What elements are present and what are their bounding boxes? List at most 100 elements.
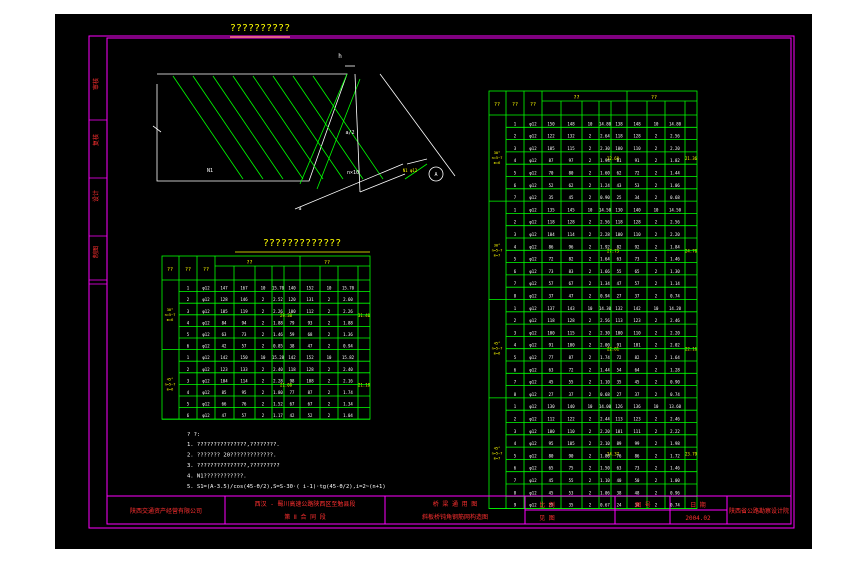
left-table-cell: 63: [222, 332, 227, 337]
right-table-cell: 1.44: [600, 367, 610, 372]
right-table-cell: 118: [547, 220, 555, 225]
right-table-cell: 72: [549, 257, 554, 262]
right-table-cell: φ12: [529, 380, 537, 385]
bar-label: N1: [207, 168, 213, 174]
right-table-cell: 111: [633, 429, 641, 434]
right-table-cell: φ12: [529, 220, 537, 225]
dim-text: a: [298, 206, 301, 212]
left-table-cell: 2: [187, 367, 190, 372]
right-table-cell: 2.22: [670, 429, 680, 434]
sheet-label: 图 号: [635, 502, 651, 509]
left-table-cell: 38: [290, 344, 295, 349]
right-table-cell: 14.50: [599, 207, 612, 212]
left-table-cell: 79: [290, 320, 295, 325]
right-table-cell: 2: [655, 220, 658, 225]
right-table-cell: 100: [547, 330, 555, 335]
left-table-cell: 128: [306, 367, 314, 372]
left-table-total: 21.18: [358, 382, 371, 387]
left-table-cell: 118: [288, 367, 296, 372]
right-table-cell: 2: [589, 478, 592, 483]
right-table-cell: 4: [514, 441, 517, 446]
right-table-cell: 80: [569, 171, 574, 176]
right-table-cell: 2: [589, 134, 592, 139]
right-table-cell: 8: [514, 294, 517, 299]
right-table-cell: 135: [547, 207, 555, 212]
left-table-cell: φ12: [202, 355, 210, 360]
right-table-cell: φ12: [529, 355, 537, 360]
right-table-cell: 57: [635, 281, 640, 286]
right-table-cell: 14.30: [599, 306, 612, 311]
right-table-cell: 72: [617, 355, 622, 360]
note-line: 5. S1=(A-3.5)/cos(45-θ/2),S=S-30·( i-1)·…: [187, 484, 386, 490]
left-table-cell: 4: [187, 390, 190, 395]
right-table-cell: 2: [589, 232, 592, 237]
right-table-cell: 1: [514, 306, 517, 311]
right-table-cell: 2: [589, 244, 592, 249]
side-label: 制图: [92, 246, 100, 258]
right-table-cell: 55: [569, 478, 574, 483]
note-line: 4. N1????????????.: [187, 474, 247, 480]
left-table-head: ??: [185, 267, 191, 273]
right-table-cell: 4: [514, 244, 517, 249]
left-table-cell: 67: [290, 402, 295, 407]
right-table-cell: 100: [615, 232, 623, 237]
right-table-total: 23.79: [685, 451, 698, 456]
left-table-cell: 1: [187, 286, 190, 291]
left-table-cell: φ12: [202, 402, 210, 407]
bar-note: N1 φ12: [403, 168, 418, 173]
right-table-cell: 6: [514, 269, 517, 274]
right-table-cell: 2: [589, 417, 592, 422]
right-table-cell: 75: [569, 466, 574, 471]
right-table-cell: 0.74: [670, 392, 680, 397]
right-table-cell: 2.00: [600, 343, 610, 348]
right-table-cell: φ12: [529, 294, 537, 299]
left-table-cell: 98: [290, 378, 295, 383]
right-table-cell: 52: [549, 183, 554, 188]
left-table-cell: 67: [308, 402, 313, 407]
right-table-cell: 118: [615, 134, 623, 139]
right-table-cell: 87: [569, 355, 574, 360]
right-table-cell: 96: [569, 244, 574, 249]
right-table-cell: 2: [655, 257, 658, 262]
right-table-cell: 2: [589, 257, 592, 262]
drawing-title: 斜板桥钝角钢筋网构造图: [422, 513, 488, 521]
cad-drawing: 审核复核设计制图?????????? h n×10 a a/2 N1 A N1 φ12????…: [88, 23, 795, 529]
left-table-cell: 2.26: [343, 309, 353, 314]
right-table-cell: 37: [635, 294, 640, 299]
right-table-cell: 2.56: [670, 134, 680, 139]
left-table-cell: 2: [328, 332, 331, 337]
right-table-cell: 5: [514, 171, 517, 176]
right-table-cell: 67: [569, 281, 574, 286]
right-table-cell: 4: [514, 158, 517, 163]
right-table-cell: φ12: [529, 503, 537, 508]
right-table-cell: 0.74: [670, 294, 680, 299]
right-table-cell: 2: [655, 355, 658, 360]
right-table-cell: 86: [549, 244, 554, 249]
right-table-head: ??: [512, 102, 518, 108]
right-table-cell: 77: [549, 355, 554, 360]
left-table-cell: 3: [187, 378, 190, 383]
right-table-cell: 145: [567, 207, 575, 212]
left-table-cell: φ12: [202, 344, 210, 349]
right-table-cell: φ12: [529, 232, 537, 237]
left-table-cell: 142: [220, 355, 228, 360]
right-table-cell: 81: [617, 158, 622, 163]
left-table-cell: 76: [242, 402, 247, 407]
dim-tag: h: [338, 53, 342, 60]
right-table-cell: 143: [567, 306, 575, 311]
left-table-cell: 52: [308, 413, 313, 418]
right-table-cell: 14.20: [669, 306, 682, 311]
right-table-cell: 45: [635, 380, 640, 385]
right-table-cell: 110: [567, 429, 575, 434]
right-table-cell: 90: [569, 453, 574, 458]
right-table-cell: 2.02: [670, 343, 680, 348]
right-table-cell: 115: [567, 146, 575, 151]
left-table-cell: 108: [306, 378, 314, 383]
right-table-cell: 73: [549, 269, 554, 274]
left-table-title: ?????????????: [263, 238, 341, 249]
right-table-cell: 2: [655, 318, 658, 323]
right-table-cell: φ12: [529, 404, 537, 409]
left-table-cell: 2: [262, 297, 265, 302]
left-table-block-label: n=5~7: [165, 382, 176, 386]
right-table-cell: 82: [569, 257, 574, 262]
